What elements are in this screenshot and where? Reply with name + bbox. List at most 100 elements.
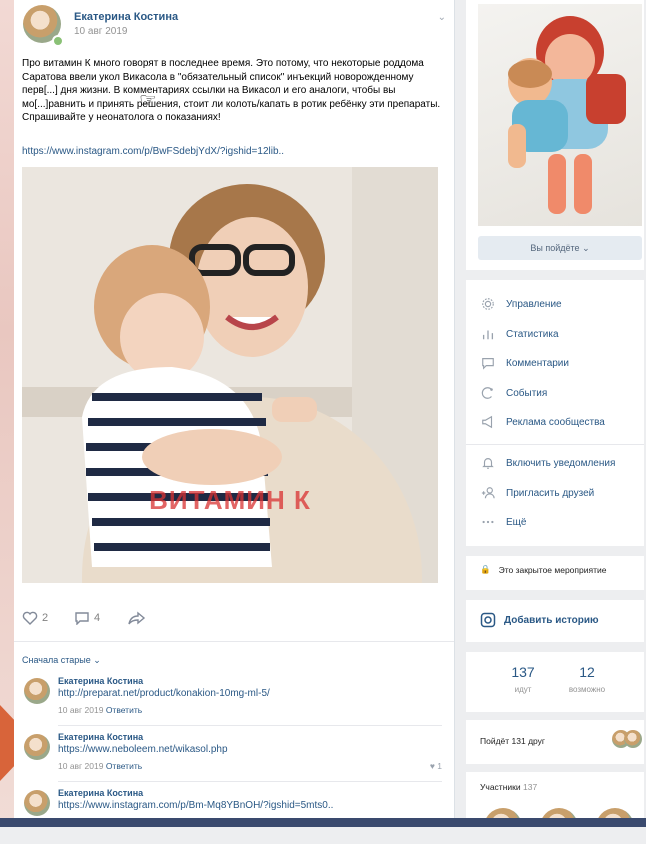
taskbar-strip <box>0 818 646 827</box>
comment-link[interactable]: https://www.instagram.com/p/Bm-Mq8YBnOH/… <box>58 800 333 811</box>
menu-item-stats[interactable]: Статистика <box>480 324 559 344</box>
members-card: Участники 137 <box>466 772 644 818</box>
heart-icon <box>22 611 38 625</box>
menu-item-label: Включить уведомления <box>506 457 616 469</box>
share-icon <box>128 611 146 625</box>
commenter-name[interactable]: Екатерина Костина <box>58 732 143 742</box>
members-count: 137 <box>522 782 538 792</box>
comment-icon <box>75 612 89 625</box>
events-icon <box>481 387 493 399</box>
post-menu-chevron-icon[interactable]: ⌄ <box>438 12 446 23</box>
reply-button[interactable]: Ответить <box>106 761 142 771</box>
menu-item-ads[interactable]: Реклама сообщества <box>480 412 605 432</box>
menu-item-label: Ещё <box>506 516 527 528</box>
going-count[interactable]: 137 <box>493 664 553 680</box>
comment-meta: 10 авг 2019 Ответить <box>58 761 142 771</box>
members-heading[interactable]: Участники 137 <box>480 782 537 792</box>
photo-illustration <box>22 167 438 583</box>
comment-link[interactable]: http://preparat.net/product/konakion-10m… <box>58 688 270 699</box>
add-story-button[interactable]: Добавить историю <box>480 612 599 628</box>
admin-menu: Управление Статистика Комментарии Событи… <box>466 280 644 546</box>
attendance-stats: 137 идут 12 возможно <box>466 652 644 712</box>
comment-button[interactable]: 4 <box>74 611 100 625</box>
friends-going-card[interactable]: Пойдёт 131 друг <box>466 720 644 764</box>
menu-item-label: События <box>506 387 548 399</box>
post-text: Про витамин К много говорят в последнее … <box>22 58 441 123</box>
like-button[interactable]: 2 <box>22 611 48 625</box>
commenter-name[interactable]: Екатерина Костина <box>58 788 143 798</box>
member-avatar[interactable] <box>596 808 634 818</box>
private-event-info: 🔒 Это закрытое мероприятие <box>480 564 606 575</box>
divider <box>58 781 442 782</box>
megaphone-icon <box>482 415 493 429</box>
comment-meta: 10 авг 2019 Ответить <box>58 705 142 715</box>
wall-post: Екатерина Костина 10 авг 2019 ⌄ Про вита… <box>14 0 455 818</box>
commenter-avatar[interactable] <box>24 734 50 760</box>
menu-item-label: Управление <box>506 298 562 310</box>
invite-icon <box>481 487 495 499</box>
divider <box>58 725 442 726</box>
menu-item-label: Реклама сообщества <box>506 416 605 428</box>
commenter-name[interactable]: Екатерина Костина <box>58 676 143 686</box>
menu-item-manage[interactable]: Управление <box>480 294 562 314</box>
comment-date[interactable]: 10 авг 2019 <box>58 705 103 715</box>
sort-label: Сначала старые <box>22 655 91 665</box>
commenter-avatar[interactable] <box>24 790 50 816</box>
menu-item-label: Статистика <box>506 328 559 340</box>
doll-illustration <box>508 16 626 214</box>
online-indicator <box>52 35 64 47</box>
comment-item: Екатерина Костина https://www.instagram.… <box>22 788 442 844</box>
chevron-down-icon: ⌄ <box>93 655 101 665</box>
member-avatar[interactable] <box>540 808 578 818</box>
menu-item-label: Пригласить друзей <box>506 487 595 499</box>
like-count: 2 <box>42 612 49 624</box>
post-link[interactable]: https://www.instagram.com/p/BwFSdebjYdX/… <box>22 146 284 157</box>
post-actions: 2 4 <box>22 611 442 631</box>
comment-date[interactable]: 10 авг 2019 <box>58 761 103 771</box>
gear-icon <box>482 298 494 310</box>
post-photo[interactable]: ВИТАМИН К <box>22 167 438 583</box>
post-date[interactable]: 10 авг 2019 <box>74 26 127 37</box>
story-label: Добавить историю <box>504 614 599 626</box>
comment-link[interactable]: https://www.neboleem.net/wikasol.php <box>58 744 228 755</box>
hand-cursor-icon: ☞ <box>139 90 157 112</box>
comment-icon <box>482 358 494 370</box>
chevron-down-icon: ⌄ <box>582 243 590 253</box>
event-cover-card: Вы пойдёте ⌄ <box>466 0 644 270</box>
heart-icon: ♥ <box>429 761 435 771</box>
private-label: Это закрытое мероприятие <box>498 564 607 575</box>
going-dropdown-button[interactable]: Вы пойдёте ⌄ <box>478 236 642 260</box>
story-icon <box>480 612 496 628</box>
member-avatar[interactable] <box>484 808 522 818</box>
event-cover-image[interactable] <box>478 4 642 226</box>
divider <box>466 444 644 445</box>
comment-like-button[interactable]: ♥ 1 <box>430 761 442 771</box>
friend-avatar <box>624 730 642 748</box>
friends-going-label: Пойдёт 131 друг <box>480 736 546 746</box>
background-decoration <box>0 0 14 827</box>
reply-button[interactable]: Ответить <box>106 705 142 715</box>
story-card: Добавить историю <box>466 600 644 642</box>
post-author[interactable]: Екатерина Костина <box>74 11 178 23</box>
divider <box>14 641 454 642</box>
comments-sort-dropdown[interactable]: Сначала старые ⌄ <box>22 655 101 666</box>
lock-icon: 🔒 <box>480 564 491 574</box>
members-label: Участники <box>480 782 521 792</box>
menu-item-more[interactable]: Ещё <box>480 512 526 532</box>
menu-item-notifications[interactable]: Включить уведомления <box>480 453 615 473</box>
going-label: идут <box>514 685 532 694</box>
go-label: Вы пойдёте <box>530 243 580 253</box>
comment-like-count: 1 <box>437 761 442 771</box>
commenter-avatar[interactable] <box>24 678 50 704</box>
share-button[interactable] <box>128 611 150 625</box>
more-icon <box>482 520 494 524</box>
stats-icon <box>482 330 494 340</box>
menu-item-events[interactable]: События <box>480 383 547 403</box>
menu-item-comments[interactable]: Комментарии <box>480 353 569 373</box>
menu-item-label: Комментарии <box>506 357 569 369</box>
bell-icon <box>482 458 494 469</box>
comment-count: 4 <box>94 612 101 624</box>
menu-item-invite[interactable]: Пригласить друзей <box>480 483 594 503</box>
photo-caption: ВИТАМИН К <box>149 485 311 515</box>
maybe-count[interactable]: 12 <box>557 664 617 680</box>
